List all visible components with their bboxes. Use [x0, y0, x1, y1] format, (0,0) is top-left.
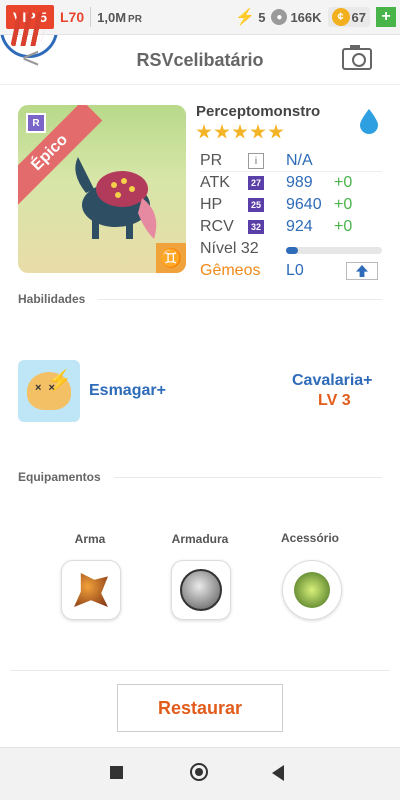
paw-icon: ●: [271, 9, 288, 25]
page-title: RSVcelibatário: [136, 49, 264, 70]
paw-counter[interactable]: ● 166K: [271, 9, 322, 25]
info-icon[interactable]: i: [248, 153, 264, 169]
arrow-up-icon: [356, 265, 368, 277]
pr-value: 1,0M: [97, 9, 127, 25]
energy-value: 5: [258, 9, 266, 25]
stat-badge: 25: [248, 198, 264, 212]
weapon-slot[interactable]: [61, 560, 121, 620]
gemini-level: L0: [286, 262, 304, 279]
player-level: L70: [60, 9, 85, 25]
page-header: < RSVcelibatário: [0, 36, 400, 85]
equipment-heading: Equipamentos: [18, 470, 101, 484]
star-icon: [268, 124, 284, 139]
stat-badge: 27: [248, 176, 264, 190]
stat-row-pr: PR i N/A: [200, 150, 390, 172]
upgrade-button[interactable]: [346, 262, 378, 280]
monster-portrait[interactable]: Épico R ♊: [18, 105, 186, 273]
restore-button[interactable]: Restaurar: [117, 684, 283, 732]
weapon-label: Arma: [74, 532, 106, 546]
level-label: Nível 32: [200, 240, 259, 257]
coin-value: 67: [351, 9, 366, 25]
home-icon[interactable]: [190, 763, 208, 781]
stat-value: 9640: [286, 196, 322, 213]
divider: [10, 670, 390, 671]
back-button[interactable]: <: [22, 44, 40, 74]
skill-smash-icon[interactable]: ⚡: [18, 360, 80, 422]
recent-apps-icon[interactable]: [110, 766, 123, 779]
status-bar: VIP 5 L70 1,0MPR ⚡ 5 ● 166K ¢ 67 +: [0, 0, 400, 35]
stat-row-atk: ATK 27 989 +0: [200, 172, 390, 194]
stat-label: HP: [200, 196, 223, 213]
stats-panel: PR i N/A ATK 27 989 +0 HP 25 9640 +0 RCV…: [200, 150, 390, 282]
stat-value: 989: [286, 174, 313, 191]
accessory-slot[interactable]: [282, 560, 342, 620]
stat-row-hp: HP 25 9640 +0: [200, 194, 390, 216]
system-navigation-bar: [0, 747, 400, 800]
stat-label: RCV: [200, 218, 234, 235]
back-triangle-icon[interactable]: [272, 765, 284, 781]
gemini-icon: ♊: [156, 243, 186, 273]
stat-row-gemini: Gêmeos L0: [200, 260, 390, 282]
divider: [90, 7, 92, 27]
stat-value: 924: [286, 218, 313, 235]
star-icon: [196, 124, 212, 139]
stat-label: ATK: [200, 174, 230, 191]
lightning-icon: ⚡: [47, 370, 72, 392]
skill-smash-name[interactable]: Esmagar+: [89, 382, 166, 400]
stat-bonus: +0: [334, 174, 353, 191]
accessory-icon: [294, 572, 330, 608]
level-progress-bar: [286, 247, 382, 254]
paw-value: 166K: [290, 9, 322, 25]
star-icon: [250, 124, 266, 139]
level-progress-fill: [286, 247, 298, 254]
stat-badge: 32: [248, 220, 264, 234]
coin-icon: ¢: [331, 8, 350, 26]
coin-counter[interactable]: ¢ 67: [327, 7, 370, 27]
add-coins-button[interactable]: +: [376, 7, 396, 27]
star-icon: [232, 124, 248, 139]
rarity-badge: R: [26, 113, 46, 133]
pr-unit: PR: [128, 13, 142, 25]
gemini-label: Gêmeos: [200, 262, 261, 279]
player-pr: 1,0M PR: [97, 10, 142, 25]
stat-row-rcv: RCV 32 924 +0: [200, 216, 390, 238]
abilities-heading: Habilidades: [18, 292, 86, 306]
divider: [114, 477, 382, 478]
stat-bonus: +0: [334, 218, 353, 235]
lightning-icon: ⚡: [235, 9, 256, 26]
star-icon: [214, 124, 230, 139]
stat-value: N/A: [286, 152, 313, 169]
star-rating: [196, 124, 284, 140]
skill-cavalry-name[interactable]: Cavalaria+: [292, 372, 373, 390]
armor-slot[interactable]: [171, 560, 231, 620]
resources: ⚡ 5 ● 166K ¢ 67 +: [235, 7, 400, 27]
accessory-label: Acessório: [280, 531, 340, 545]
stat-label: PR: [200, 152, 223, 169]
divider: [98, 299, 382, 300]
monster-name: Perceptomonstro: [196, 103, 321, 120]
stat-bonus: +0: [334, 196, 353, 213]
weapon-icon: [74, 573, 108, 607]
energy-counter[interactable]: ⚡ 5: [235, 7, 265, 27]
armor-label: Armadura: [171, 532, 229, 546]
stat-row-level: Nível 32: [200, 238, 390, 260]
armor-icon: [180, 569, 222, 611]
camera-icon[interactable]: [342, 45, 372, 70]
skill-cavalry-level: LV 3: [318, 392, 351, 409]
monster-image: [75, 157, 157, 239]
water-drop-icon: [360, 109, 378, 134]
